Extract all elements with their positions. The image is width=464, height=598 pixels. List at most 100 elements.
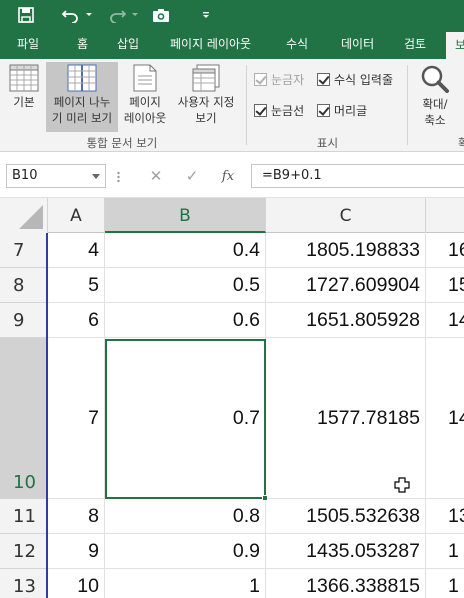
tab-page-layout[interactable]: 페이지 레이아웃 [170, 30, 251, 59]
cell-a[interactable]: 5 [48, 268, 105, 302]
chevron-down-icon[interactable] [92, 174, 100, 179]
ribbon-tabs: 파일 홈 삽입 페이지 레이아웃 수식 데이터 검토 보 [0, 30, 464, 59]
tab-home[interactable]: 홈 [77, 30, 88, 59]
custom-views-label-2: 보기 [195, 111, 217, 125]
insert-function-icon[interactable]: fx [213, 164, 243, 188]
normal-view-icon [9, 64, 39, 92]
row-header-9[interactable]: 9 [0, 303, 46, 338]
group-separator [407, 65, 408, 145]
cell-b[interactable]: 0.6 [105, 303, 266, 337]
row-header-10[interactable]: 10 [0, 338, 46, 499]
cell-c[interactable]: 1435.053287 [266, 534, 426, 568]
formula-bar-check-icon [317, 73, 330, 86]
tab-formulas[interactable]: 수식 [286, 30, 308, 59]
cell-c[interactable]: 1505.532638 [266, 499, 426, 533]
column-header-bar: A B C [0, 198, 464, 233]
resize-handle-icon[interactable] [117, 171, 120, 183]
tab-data[interactable]: 데이터 [341, 30, 374, 59]
tab-file[interactable]: 파일 [17, 30, 39, 59]
gridlines-check-icon [254, 104, 267, 117]
save-icon[interactable] [14, 3, 38, 27]
gridlines-label: 눈금선 [271, 104, 305, 118]
headings-label: 머리글 [334, 104, 368, 118]
cancel-icon[interactable]: ✕ [141, 164, 171, 188]
zoom-button[interactable]: 확대/ 축소 [412, 62, 458, 132]
cell-d[interactable]: 14 [426, 338, 464, 498]
cell-c[interactable]: 1727.609904 [266, 268, 426, 302]
row-header-8[interactable]: 8 [0, 268, 46, 303]
cell-d[interactable]: 14 [426, 303, 464, 337]
cell-d[interactable]: 15 [426, 268, 464, 302]
table-row: 50.51727.60990415 [48, 268, 464, 303]
gridlines-checkbox[interactable]: 눈금선 [254, 102, 304, 119]
cell-d[interactable]: 16 [426, 233, 464, 267]
fill-handle[interactable] [262, 495, 268, 501]
cell-c[interactable]: 1577.78185 [266, 338, 426, 498]
cell-a[interactable]: 6 [48, 303, 105, 337]
row-header-13[interactable]: 13 [0, 569, 46, 598]
cell-b[interactable]: 1 [105, 569, 266, 598]
enter-icon[interactable]: ✓ [177, 164, 207, 188]
cell-c[interactable]: 1651.805928 [266, 303, 426, 337]
ruler-label: 눈금자 [271, 73, 305, 87]
cell-a[interactable]: 8 [48, 499, 105, 533]
cell-a[interactable]: 10 [48, 569, 105, 598]
cell-d[interactable]: 1 [426, 569, 464, 598]
page-break-preview-button[interactable]: 페이지 나누 기 미리 보기 [46, 62, 118, 132]
show-group-label: 표시 [316, 136, 339, 150]
ruler-check-icon [254, 73, 267, 86]
ruler-checkbox[interactable]: 눈금자 [254, 71, 304, 88]
tab-insert[interactable]: 삽입 [117, 30, 139, 59]
redo-dropdown-icon[interactable] [130, 3, 140, 27]
page-layout-view-button[interactable]: 페이지 레이아웃 [120, 62, 170, 132]
workbook-views-group-label: 통합 문서 보기 [86, 136, 158, 150]
page-layout-label-1: 페이지 [129, 95, 161, 109]
formula-bar-checkbox[interactable]: 수식 입력줄 [317, 71, 393, 88]
column-header-a[interactable]: A [48, 198, 105, 233]
headings-check-icon [317, 104, 330, 117]
custom-views-icon [192, 64, 220, 92]
select-all-button[interactable] [0, 198, 48, 233]
cell-d[interactable]: 13 [426, 499, 464, 533]
cross-cursor-icon [394, 477, 410, 493]
cell-a[interactable]: 4 [48, 233, 105, 267]
cell-b[interactable]: 0.8 [105, 499, 266, 533]
table-row: 40.41805.19883316 [48, 233, 464, 268]
row-header-bar: 7 8 9 10 11 12 13 [0, 233, 48, 598]
page-break-preview-label-1: 페이지 나누 [53, 95, 111, 109]
row-header-11[interactable]: 11 [0, 499, 46, 534]
column-header-b[interactable]: B [105, 198, 266, 233]
name-box[interactable]: B10 [6, 164, 106, 188]
cell-b[interactable]: 0.4 [105, 233, 266, 267]
cell-b[interactable]: 0.9 [105, 534, 266, 568]
headings-checkbox[interactable]: 머리글 [317, 102, 367, 119]
row-header-12[interactable]: 12 [0, 534, 46, 569]
cell-c[interactable]: 1805.198833 [266, 233, 426, 267]
undo-dropdown-icon[interactable] [84, 3, 94, 27]
table-row: 70.71577.7818514 [48, 338, 464, 499]
camera-icon[interactable] [149, 3, 173, 27]
select-all-icon [19, 205, 43, 229]
custom-views-button[interactable]: 사용자 지정 보기 [172, 62, 240, 132]
page-break-preview-icon [67, 64, 97, 92]
customize-toolbar-icon[interactable] [198, 3, 214, 27]
column-header-d[interactable] [426, 198, 464, 233]
tab-view[interactable]: 보 [446, 32, 464, 59]
redo-icon[interactable] [104, 3, 130, 27]
formula-input[interactable]: =B9+0.1 [251, 164, 464, 188]
row-header-7[interactable]: 7 [0, 233, 46, 268]
cell-a[interactable]: 7 [48, 338, 105, 498]
cell-b[interactable]: 0.7 [105, 338, 266, 498]
cell-a[interactable]: 9 [48, 534, 105, 568]
normal-view-button[interactable]: 기본 [4, 62, 44, 132]
table-row: 9 0.9 1435.053287 1 [48, 534, 464, 569]
zoom-group-label-partial: 확 [458, 136, 464, 150]
cell-c[interactable]: 1366.338815 [266, 569, 426, 598]
group-separator [246, 65, 247, 145]
cell-b[interactable]: 0.5 [105, 268, 266, 302]
undo-icon[interactable] [58, 3, 84, 27]
magnifier-icon [421, 65, 449, 93]
cell-d[interactable]: 1 [426, 534, 464, 568]
column-header-c[interactable]: C [266, 198, 426, 233]
tab-review[interactable]: 검토 [404, 30, 426, 59]
